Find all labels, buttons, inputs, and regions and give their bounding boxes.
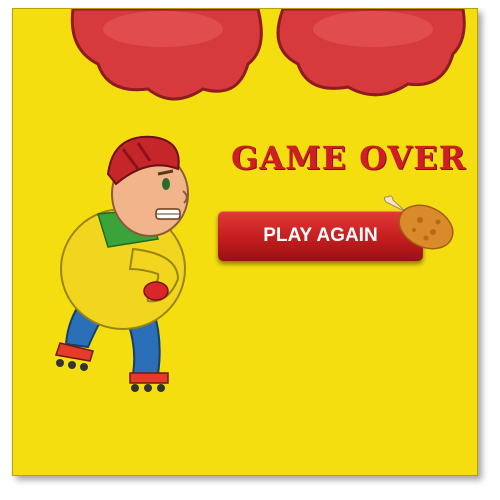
game-over-title: GAME OVER <box>231 139 467 177</box>
chicken-drumstick-icon <box>383 195 454 250</box>
red-clouds <box>70 9 466 101</box>
game-canvas: GAME OVER PLAY AGAIN <box>12 8 478 476</box>
skater-character <box>55 135 189 392</box>
